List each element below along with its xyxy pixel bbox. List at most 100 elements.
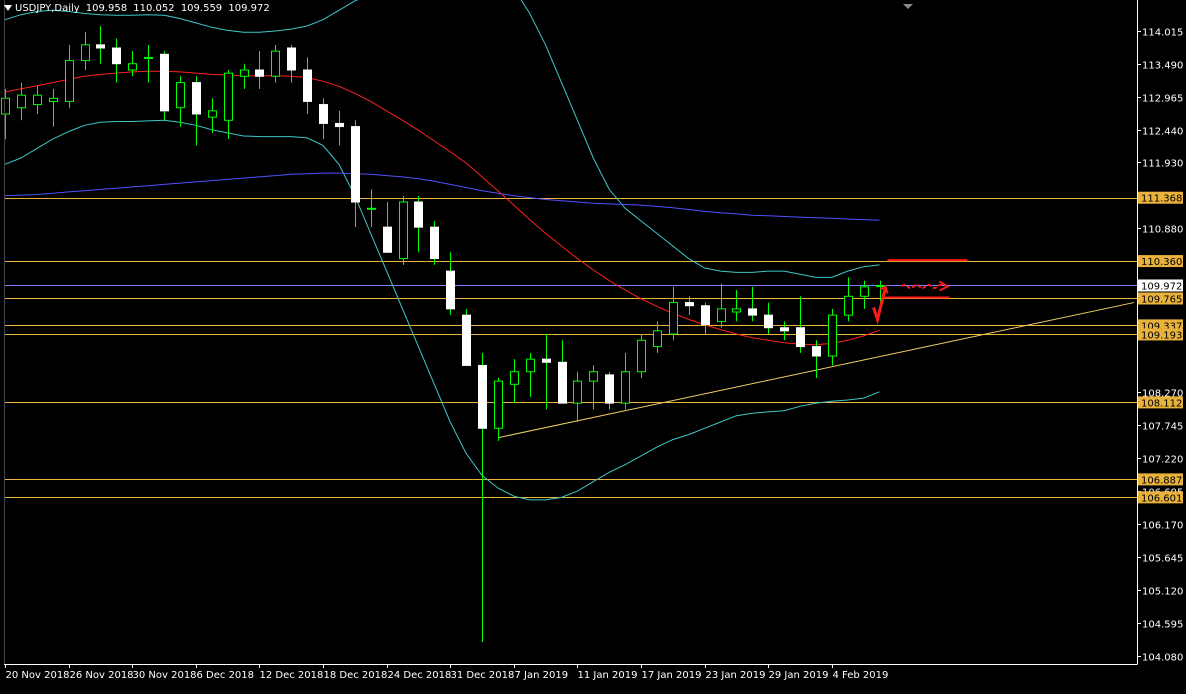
x-tick-label: 26 Nov 2018 (70, 670, 134, 681)
candle-body[interactable] (621, 371, 630, 404)
x-tick-label: 17 Jan 2019 (642, 670, 702, 681)
y-tick-label: 107.220 (1142, 455, 1183, 466)
x-tick-label: 30 Nov 2018 (133, 670, 197, 681)
x-tick-label: 7 Jan 2019 (515, 670, 569, 681)
x-tick-label: 6 Dec 2018 (197, 670, 255, 681)
candle-body[interactable] (764, 314, 773, 329)
high-value: 110.052 (133, 3, 175, 14)
candle-body[interactable] (224, 72, 233, 121)
candle-body[interactable] (414, 201, 423, 228)
candle-body[interactable] (748, 308, 757, 316)
level-label: 108.112 (1141, 398, 1182, 409)
candle-body[interactable] (1, 97, 10, 115)
candle-body[interactable] (271, 50, 280, 77)
candle-body[interactable] (446, 270, 455, 310)
candle-body[interactable] (367, 207, 376, 210)
level-label: 106.887 (1141, 475, 1182, 486)
x-tick-label: 31 Dec 2018 (451, 670, 515, 681)
candle-body[interactable] (255, 69, 264, 77)
y-tick-label: 105.645 (1142, 554, 1183, 565)
y-tick-label: 112.440 (1142, 127, 1183, 138)
candle-body[interactable] (176, 82, 185, 109)
candle-body[interactable] (589, 371, 598, 382)
level-label: 110.360 (1141, 257, 1182, 268)
y-tick-label: 111.930 (1142, 159, 1183, 170)
candle-body[interactable] (144, 56, 153, 59)
candle-body[interactable] (462, 314, 471, 366)
candle-body[interactable] (478, 364, 487, 429)
candle-body[interactable] (542, 358, 551, 363)
candle-body[interactable] (160, 53, 169, 112)
y-tick-label: 110.880 (1142, 225, 1183, 236)
y-tick-label: 104.080 (1142, 653, 1183, 664)
shift-marker-icon[interactable] (903, 4, 913, 9)
candle-body[interactable] (81, 44, 90, 62)
candle-body[interactable] (605, 374, 614, 404)
candle-body[interactable] (351, 126, 360, 203)
y-tick-label: 113.490 (1142, 61, 1183, 72)
candle-body[interactable] (208, 110, 217, 118)
candle-body[interactable] (669, 302, 678, 335)
chart-root: USDJPY,Daily 109.958 110.052 109.559 109.… (0, 0, 1186, 690)
candle-body[interactable] (240, 69, 249, 77)
level-label: 106.601 (1141, 493, 1182, 504)
candle-body[interactable] (192, 82, 201, 115)
candle-body[interactable] (383, 226, 392, 253)
candle-body[interactable] (526, 358, 535, 373)
candle-body[interactable] (112, 47, 121, 65)
candle-body[interactable] (287, 47, 296, 71)
y-tick-label: 114.015 (1142, 28, 1183, 39)
candle-body[interactable] (653, 330, 662, 348)
candle-body[interactable] (860, 286, 869, 297)
candle-body[interactable] (573, 380, 582, 404)
candle-body[interactable] (96, 44, 105, 49)
candle-body[interactable] (128, 63, 137, 71)
dropdown-triangle-icon[interactable] (4, 5, 12, 11)
candle-body[interactable] (303, 69, 312, 102)
current-price-label: 109.972 (1141, 281, 1182, 292)
candle-body[interactable] (685, 302, 694, 307)
candle-body[interactable] (717, 308, 726, 322)
candle-body[interactable] (732, 308, 741, 313)
bollinger-upper-band (4, 0, 880, 278)
candle-body[interactable] (49, 97, 58, 102)
chart-header: USDJPY,Daily 109.958 110.052 109.559 109.… (4, 3, 273, 14)
level-label: 109.765 (1141, 294, 1182, 305)
y-tick-label: 107.745 (1142, 422, 1183, 433)
candle-body[interactable] (876, 285, 885, 288)
level-label: 111.368 (1141, 194, 1182, 205)
x-tick-label: 20 Nov 2018 (6, 670, 70, 681)
candle-body[interactable] (637, 339, 646, 373)
moving-average-red (4, 70, 880, 346)
candle-body[interactable] (510, 371, 519, 385)
y-tick-label: 112.965 (1142, 94, 1183, 105)
candle-body[interactable] (828, 314, 837, 357)
candle-body[interactable] (335, 122, 344, 128)
y-tick-label: 104.595 (1142, 620, 1183, 631)
candle-body[interactable] (17, 94, 26, 109)
candle-body[interactable] (812, 346, 821, 357)
x-tick-label: 11 Jan 2019 (578, 670, 638, 681)
candle-body[interactable] (796, 327, 805, 348)
candle-body[interactable] (399, 201, 408, 260)
price-chart[interactable]: 114.015 113.490 112.965 112.440 111.930 110.8… (0, 0, 1186, 690)
candle-body[interactable] (494, 380, 503, 429)
candle-body[interactable] (844, 295, 853, 316)
candle-body[interactable] (780, 327, 789, 332)
candle-body[interactable] (558, 361, 567, 404)
moving-average-blue (4, 172, 880, 221)
bounce-check-mark (872, 287, 887, 325)
candle-body[interactable] (430, 226, 439, 260)
x-tick-label: 12 Dec 2018 (260, 670, 324, 681)
y-tick-label: 106.170 (1142, 521, 1183, 532)
x-tick-label: 23 Jan 2019 (706, 670, 766, 681)
candle-body[interactable] (319, 104, 328, 124)
candle-body[interactable] (701, 305, 710, 326)
y-tick-label: 105.120 (1142, 587, 1183, 598)
symbol-label: USDJPY,Daily (15, 3, 80, 14)
x-tick-label: 4 Feb 2019 (833, 670, 889, 681)
x-tick-label: 24 Dec 2018 (388, 670, 452, 681)
low-value: 109.559 (180, 3, 223, 14)
candle-body[interactable] (33, 94, 42, 106)
candle-body[interactable] (65, 60, 74, 102)
